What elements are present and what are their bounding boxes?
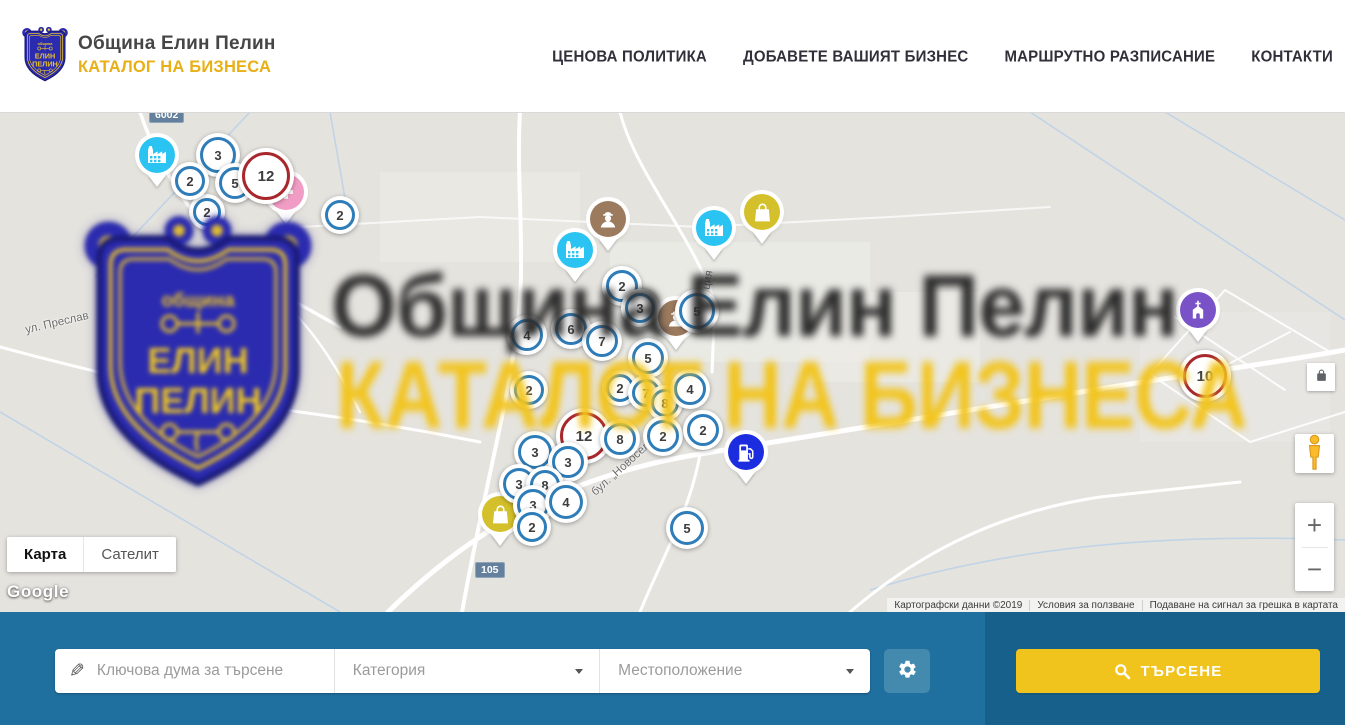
pencil-icon: ✎	[69, 660, 85, 683]
cluster-count: 2	[517, 512, 547, 542]
search-button[interactable]: ТЪРСЕНЕ	[1016, 649, 1320, 693]
nav-item[interactable]: ДОБАВЕТЕ ВАШИЯТ БИЗНЕС	[743, 47, 968, 65]
factory-pin[interactable]	[557, 232, 593, 268]
cluster-count: 10	[1183, 354, 1227, 398]
cluster-marker[interactable]: 10	[1179, 350, 1231, 402]
google-logo[interactable]: Google	[7, 582, 69, 602]
cluster-count: 12	[242, 152, 290, 200]
cluster-marker[interactable]: 5	[628, 338, 668, 378]
report-error-link[interactable]: Подаване на сигнал за грешка в картата	[1142, 600, 1345, 611]
location-select-value: Местоположение	[618, 662, 742, 680]
attribution-text: Картографски данни ©2019	[887, 600, 1029, 611]
zoom-out-button[interactable]: −	[1295, 548, 1334, 592]
gear-icon	[897, 659, 918, 683]
factory-pin[interactable]	[139, 137, 175, 173]
magnifier-icon	[1114, 663, 1131, 680]
cluster-count: 2	[175, 166, 205, 196]
logo-text: Община Елин Пелин КАТАЛОГ НА БИЗНЕСА	[78, 33, 276, 77]
nav-item[interactable]: МАРШРУТНО РАЗПИСАНИЕ	[1004, 47, 1215, 65]
cluster-marker[interactable]: 7	[582, 321, 622, 361]
cluster-marker[interactable]: 8	[600, 419, 640, 459]
keyword-search-input[interactable]	[95, 648, 334, 694]
municipality-crest-icon: община ЕЛИН ПЕЛИН	[22, 26, 68, 84]
cluster-count: 8	[604, 423, 636, 455]
location-select[interactable]: Местоположение	[599, 649, 870, 693]
terms-link[interactable]: Условия за ползване	[1029, 600, 1141, 611]
worker-pin[interactable]	[590, 201, 626, 237]
cluster-marker[interactable]: 2	[321, 196, 359, 234]
nav-item[interactable]: КОНТАКТИ	[1251, 47, 1333, 65]
cluster-marker[interactable]: 5	[675, 289, 719, 333]
cluster-marker[interactable]: 5	[666, 507, 708, 549]
road-number-badge: 6002	[149, 112, 184, 123]
cluster-marker[interactable]: 3	[621, 289, 659, 327]
cluster-marker[interactable]: 2	[171, 162, 209, 200]
cluster-count: 5	[679, 293, 715, 329]
map-type-control: Карта Сателит	[7, 537, 176, 572]
cluster-count: 2	[647, 420, 679, 452]
cluster-count: 2	[193, 198, 221, 226]
search-fields-group: ✎ Категория Местоположение	[55, 649, 870, 693]
category-select[interactable]: Категория	[334, 649, 599, 693]
road-number-badge: 105	[475, 562, 505, 578]
lock-icon	[1315, 369, 1328, 385]
cluster-marker[interactable]: 2	[510, 371, 548, 409]
header: община ЕЛИН ПЕЛИН Община Елин Пелин КАТА…	[0, 0, 1345, 113]
satellite-view-button[interactable]: Сателит	[83, 537, 176, 572]
cluster-count: 2	[514, 375, 544, 405]
cluster-count: 3	[625, 293, 655, 323]
church-pin[interactable]	[1180, 292, 1216, 328]
cluster-count: 4	[511, 319, 543, 351]
advanced-settings-button[interactable]	[884, 649, 930, 693]
site-subtitle: КАТАЛОГ НА БИЗНЕСА	[78, 58, 276, 77]
cluster-count: 7	[586, 325, 618, 357]
map-view-button[interactable]: Карта	[7, 537, 83, 572]
cluster-count: 4	[674, 373, 706, 405]
factory-pin[interactable]	[696, 210, 732, 246]
cluster-count: 2	[687, 414, 719, 446]
street-view-pegman[interactable]	[1295, 434, 1334, 473]
category-select-value: Категория	[353, 662, 425, 680]
crest-name-line1: ЕЛИН	[35, 51, 55, 60]
crest-top-text: община	[38, 42, 54, 46]
bag-pin[interactable]	[744, 194, 780, 230]
cluster-marker[interactable]: 4	[545, 481, 587, 523]
pegman-icon	[1304, 434, 1325, 474]
logo-link[interactable]: община ЕЛИН ПЕЛИН Община Елин Пелин КАТА…	[22, 26, 276, 84]
cluster-marker[interactable]: 2	[683, 410, 723, 450]
cluster-count: 5	[670, 511, 704, 545]
site-title: Община Елин Пелин	[78, 33, 276, 55]
cluster-count: 2	[325, 200, 355, 230]
cluster-marker[interactable]: 12	[238, 148, 294, 204]
search-bar: ✎ Категория Местоположение ТЪРСЕНЕ	[0, 612, 1345, 725]
chevron-down-icon	[575, 669, 583, 674]
cluster-marker[interactable]: 2	[513, 508, 551, 546]
page: община ЕЛИН ПЕЛИН Община Елин Пелин КАТА…	[0, 0, 1345, 725]
main-nav: ЦЕНОВА ПОЛИТИКА ДОБАВЕТЕ ВАШИЯТ БИЗНЕС МАР…	[552, 0, 1333, 112]
crest-name-line2: ПЕЛИН	[32, 60, 58, 69]
fuel-pin[interactable]	[728, 434, 764, 470]
zoom-control: + −	[1295, 503, 1334, 591]
cluster-count: 4	[549, 485, 583, 519]
cluster-marker[interactable]: 4	[507, 315, 547, 355]
lock-button[interactable]	[1307, 363, 1335, 391]
keyword-field: ✎	[55, 649, 334, 693]
chevron-down-icon	[846, 669, 854, 674]
map-attribution: Картографски данни ©2019Условия за ползв…	[887, 598, 1345, 612]
search-button-label: ТЪРСЕНЕ	[1141, 663, 1223, 680]
cluster-marker[interactable]: 2	[643, 416, 683, 456]
nav-item[interactable]: ЦЕНОВА ПОЛИТИКА	[552, 47, 707, 65]
zoom-in-button[interactable]: +	[1295, 503, 1334, 547]
cluster-count: 5	[632, 342, 664, 374]
map-canvas[interactable]: ул. Преславбул. „Новоселция6002105 32512…	[0, 112, 1345, 612]
cluster-marker[interactable]: 4	[670, 369, 710, 409]
